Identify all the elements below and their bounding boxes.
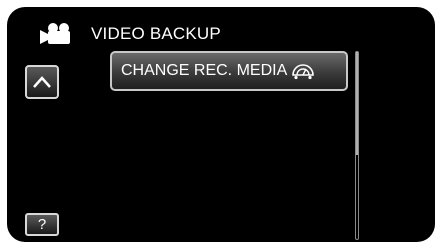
help-button[interactable]: ? (25, 213, 59, 236)
camera-screen: VIDEO BACKUP CHANGE REC. MEDIA ? (7, 7, 435, 242)
recording-media-icon (292, 64, 315, 80)
page-title: VIDEO BACKUP (91, 24, 221, 43)
video-camera-icon (40, 23, 70, 44)
scroll-up-button[interactable] (25, 65, 59, 99)
menu-item-label: CHANGE REC. MEDIA (121, 62, 288, 79)
title-bar: VIDEO BACKUP (37, 19, 221, 49)
help-button-label: ? (37, 216, 47, 233)
change-rec-media-button[interactable]: CHANGE REC. MEDIA (110, 51, 348, 91)
chevron-up-icon (33, 76, 51, 88)
scrollbar-thumb[interactable] (356, 52, 358, 155)
scrollbar[interactable] (355, 51, 359, 240)
